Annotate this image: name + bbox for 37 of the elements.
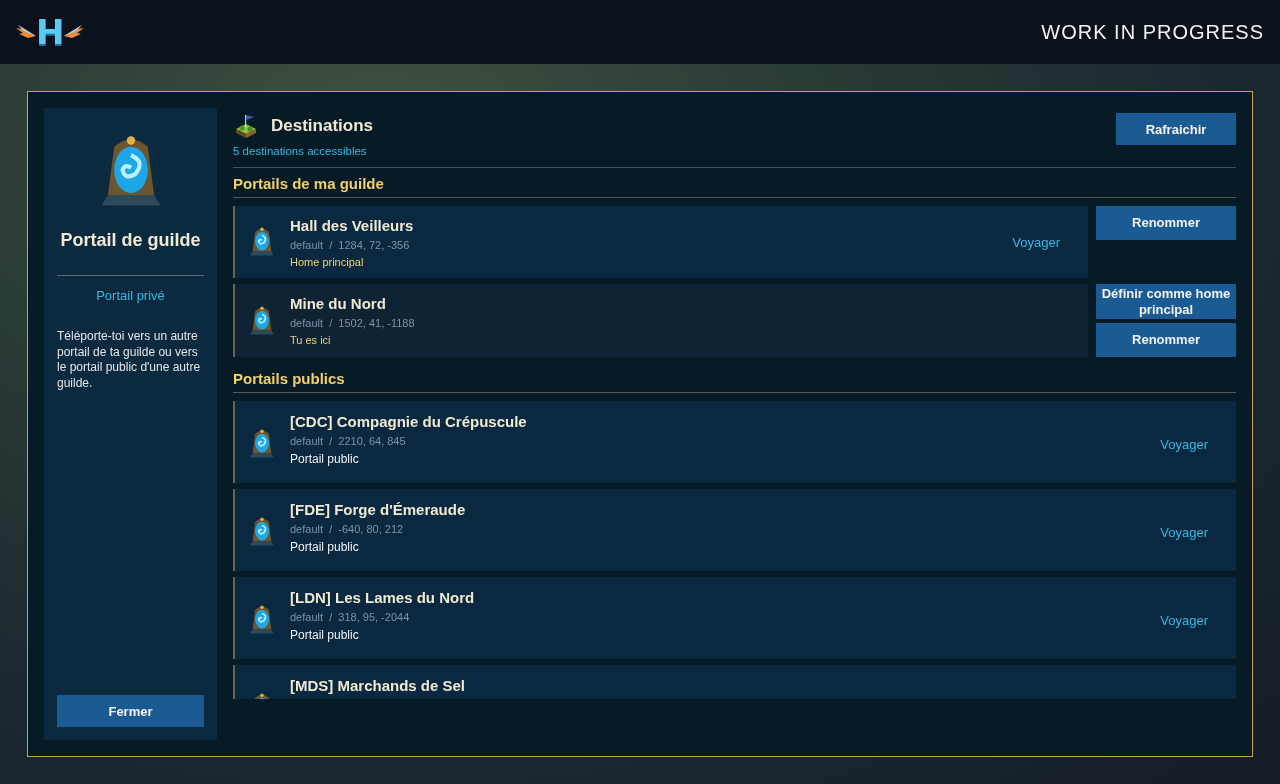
close-button[interactable]: Fermer xyxy=(57,695,204,727)
wing-icon xyxy=(64,24,85,40)
travel-link[interactable]: Voyager xyxy=(1160,436,1208,452)
portal-location: default / 2210, 64, 845 xyxy=(290,435,407,448)
logo-letter: H xyxy=(36,15,65,49)
action-button[interactable]: Renommer xyxy=(1096,323,1236,358)
page-title: WORK IN PROGRESS xyxy=(1041,20,1264,44)
portal-location: default / 1502, 41, -1188 xyxy=(290,317,416,330)
section-title: Destinations xyxy=(271,116,374,136)
travel-link[interactable]: Voyager xyxy=(1012,234,1060,250)
destination-count: 5 destinations accessibles xyxy=(233,145,368,157)
portal-name: [MDS] Marchands de Sel xyxy=(290,677,467,695)
action-button[interactable]: Définir comme home principal xyxy=(1096,284,1236,320)
portal-status: Home principal xyxy=(290,255,365,268)
portal-name: Mine du Nord xyxy=(290,295,387,313)
travel-link[interactable]: Voyager xyxy=(1160,612,1208,628)
portal-status: Portail public xyxy=(290,452,360,467)
description-text: Téléporte-toi vers un autre portail de ta guilde ou vers le portail public d'une autre guilde. xyxy=(57,329,202,392)
portal-location: default / -640, 80, 212 xyxy=(290,523,405,536)
portal-name: [LDN] Les Lames du Nord xyxy=(290,589,476,607)
section-heading: Portails de ma guilde xyxy=(233,168,1236,198)
portal-location: default / 318, 95, -2044 xyxy=(290,611,411,624)
travel-link[interactable]: Voyager xyxy=(1160,524,1208,540)
island-flag-icon xyxy=(233,113,259,139)
portal-status: Portail public xyxy=(290,540,360,555)
portal-type: Portail privé xyxy=(96,288,165,303)
portal-status: Tu es ici xyxy=(290,334,332,347)
refresh-button[interactable]: Rafraichir xyxy=(1116,113,1236,145)
wing-icon xyxy=(16,24,36,40)
portal-name: [CDC] Compagnie du Crépuscule xyxy=(290,413,528,431)
section-heading: Portails publics xyxy=(233,363,1236,394)
portal-location: default / 1284, 72, -356 xyxy=(290,238,411,251)
portal-status: Portail public xyxy=(290,628,360,643)
portal-name: Hall des Veilleurs xyxy=(290,216,415,234)
sidebar-title: Portail de guilde xyxy=(60,230,201,251)
action-button[interactable]: Renommer xyxy=(1096,206,1236,240)
portal-name: [FDE] Forge d'Émeraude xyxy=(290,501,467,519)
